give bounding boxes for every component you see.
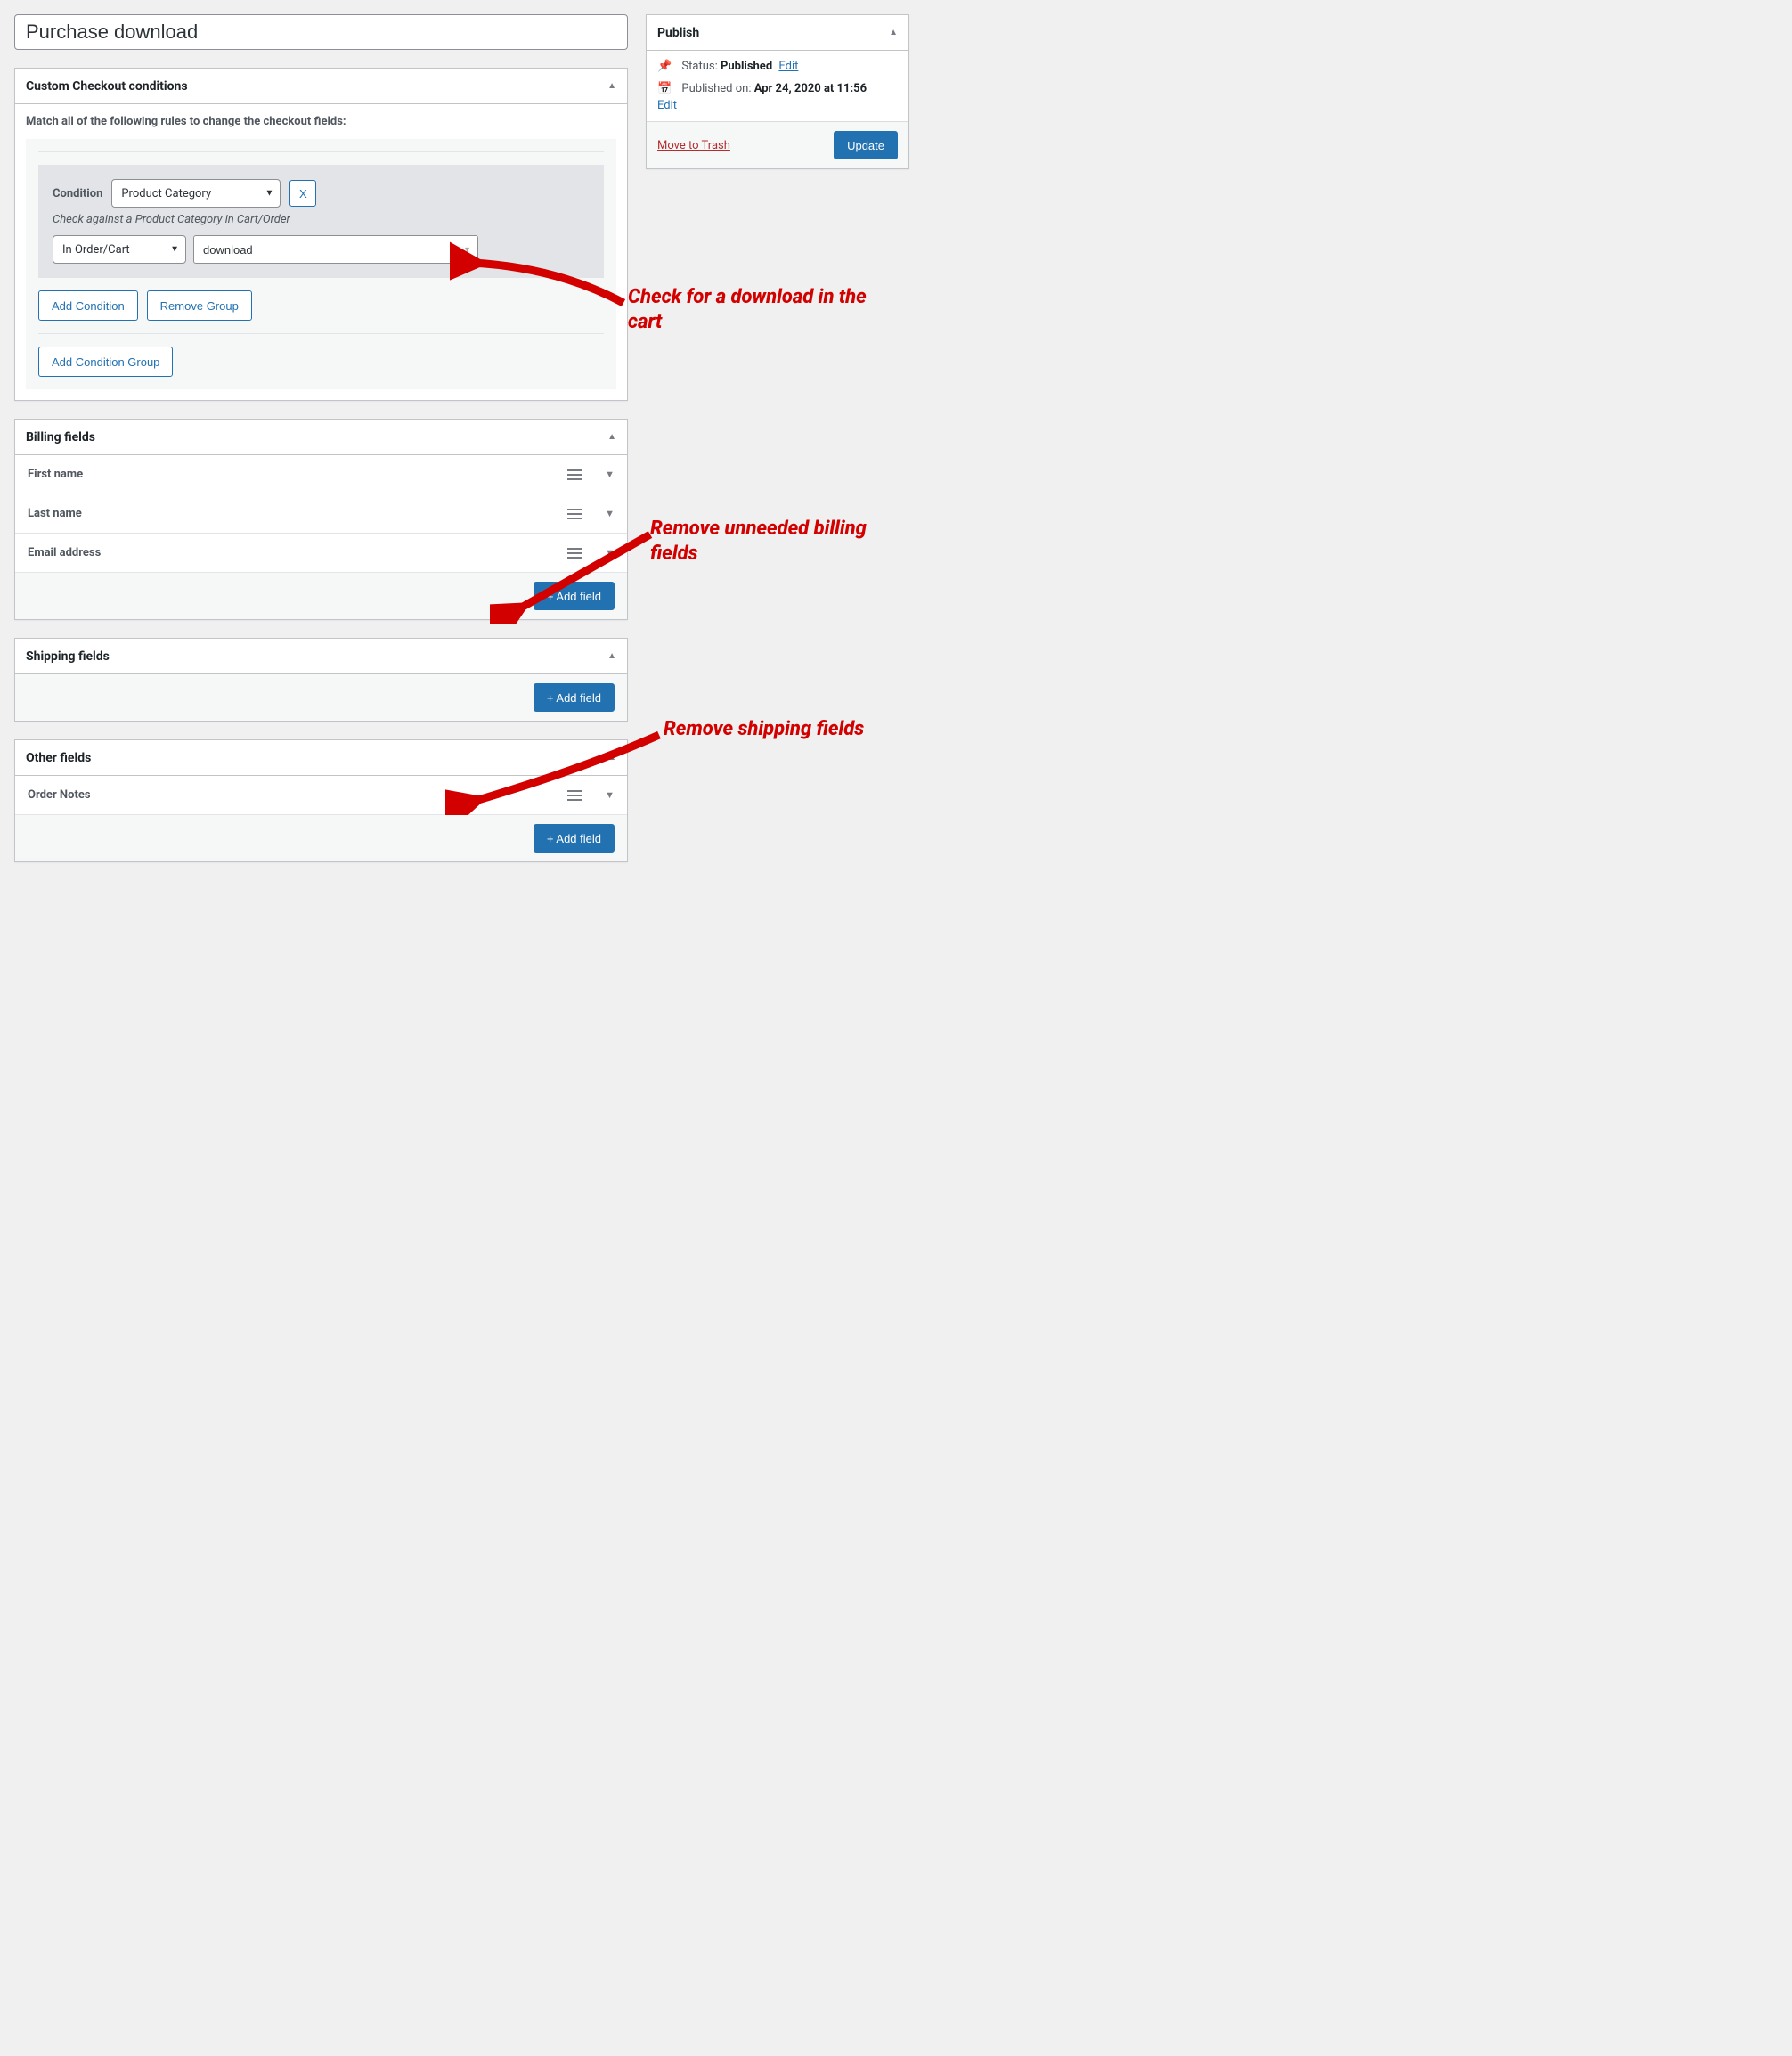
chevron-down-icon[interactable]: ▼	[605, 789, 615, 801]
remove-group-button[interactable]: Remove Group	[147, 290, 252, 321]
billing-panel-title: Billing fields	[26, 430, 95, 445]
field-row[interactable]: First name ▼	[15, 455, 627, 494]
clear-tag-icon[interactable]: ×	[452, 243, 458, 256]
drag-handle-icon[interactable]	[564, 548, 585, 559]
condition-label: Condition	[53, 187, 102, 200]
drag-handle-icon[interactable]	[564, 469, 585, 480]
other-panel-title: Other fields	[26, 751, 91, 765]
shipping-panel-title: Shipping fields	[26, 649, 110, 664]
condition-type-value: Product Category	[121, 187, 211, 200]
collapse-icon[interactable]: ▲	[607, 81, 616, 91]
category-tag-input[interactable]	[193, 235, 478, 264]
add-billing-field-button[interactable]: + Add field	[534, 582, 615, 610]
field-label: Order Notes	[28, 788, 91, 802]
add-shipping-field-button[interactable]: + Add field	[534, 683, 615, 712]
conditions-panel: Custom Checkout conditions ▲ Match all o…	[14, 68, 628, 401]
move-to-trash-link[interactable]: Move to Trash	[657, 139, 730, 152]
condition-box: Condition Product Category ▼ X Check aga…	[38, 165, 604, 278]
update-button[interactable]: Update	[834, 131, 898, 159]
shipping-fields-panel: Shipping fields ▲ + Add field	[14, 638, 628, 722]
pin-icon: 📌	[657, 60, 672, 73]
collapse-icon[interactable]: ▲	[607, 651, 616, 661]
collapse-icon[interactable]: ▲	[889, 28, 898, 37]
conditions-intro: Match all of the following rules to chan…	[26, 115, 616, 128]
condition-help-text: Check against a Product Category in Cart…	[53, 213, 590, 226]
published-on-value: Apr 24, 2020 at 11:56	[754, 82, 867, 95]
remove-condition-button[interactable]: X	[289, 180, 316, 207]
chevron-down-icon[interactable]: ▼	[463, 245, 471, 255]
calendar-icon: 📅	[657, 82, 672, 95]
post-title-input[interactable]	[14, 14, 628, 50]
field-row[interactable]: Order Notes ▼	[15, 776, 627, 815]
drag-handle-icon[interactable]	[564, 509, 585, 519]
collapse-icon[interactable]: ▲	[607, 432, 616, 442]
chevron-down-icon[interactable]: ▼	[605, 469, 615, 480]
published-on-label: Published on:	[681, 82, 751, 95]
condition-scope-select[interactable]: In Order/Cart	[53, 235, 186, 264]
add-condition-button[interactable]: Add Condition	[38, 290, 138, 321]
field-row[interactable]: Last name ▼	[15, 494, 627, 534]
add-condition-group-button[interactable]: Add Condition Group	[38, 347, 173, 377]
field-label: Last name	[28, 507, 82, 520]
status-label: Status:	[681, 60, 717, 73]
drag-handle-icon[interactable]	[564, 790, 585, 801]
collapse-icon[interactable]: ▲	[607, 753, 616, 763]
billing-fields-panel: Billing fields ▲ First name ▼ Last name …	[14, 419, 628, 620]
field-row[interactable]: Email address ▼	[15, 534, 627, 573]
publish-panel-title: Publish	[657, 26, 699, 40]
chevron-down-icon[interactable]: ▼	[605, 508, 615, 519]
field-label: Email address	[28, 546, 101, 559]
status-value: Published	[721, 60, 772, 73]
add-other-field-button[interactable]: + Add field	[534, 824, 615, 853]
conditions-group: Condition Product Category ▼ X Check aga…	[26, 139, 616, 389]
edit-date-link[interactable]: Edit	[657, 99, 677, 112]
edit-status-link[interactable]: Edit	[778, 60, 798, 73]
publish-panel: Publish ▲ 📌 Status: Published Edit 📅 Pub…	[646, 14, 909, 169]
conditions-panel-title: Custom Checkout conditions	[26, 79, 188, 94]
field-label: First name	[28, 468, 83, 481]
condition-type-select[interactable]: Product Category	[111, 179, 281, 208]
other-fields-panel: Other fields ▲ Order Notes ▼ + Add field	[14, 739, 628, 862]
chevron-down-icon[interactable]: ▼	[605, 547, 615, 559]
condition-scope-value: In Order/Cart	[62, 243, 130, 257]
